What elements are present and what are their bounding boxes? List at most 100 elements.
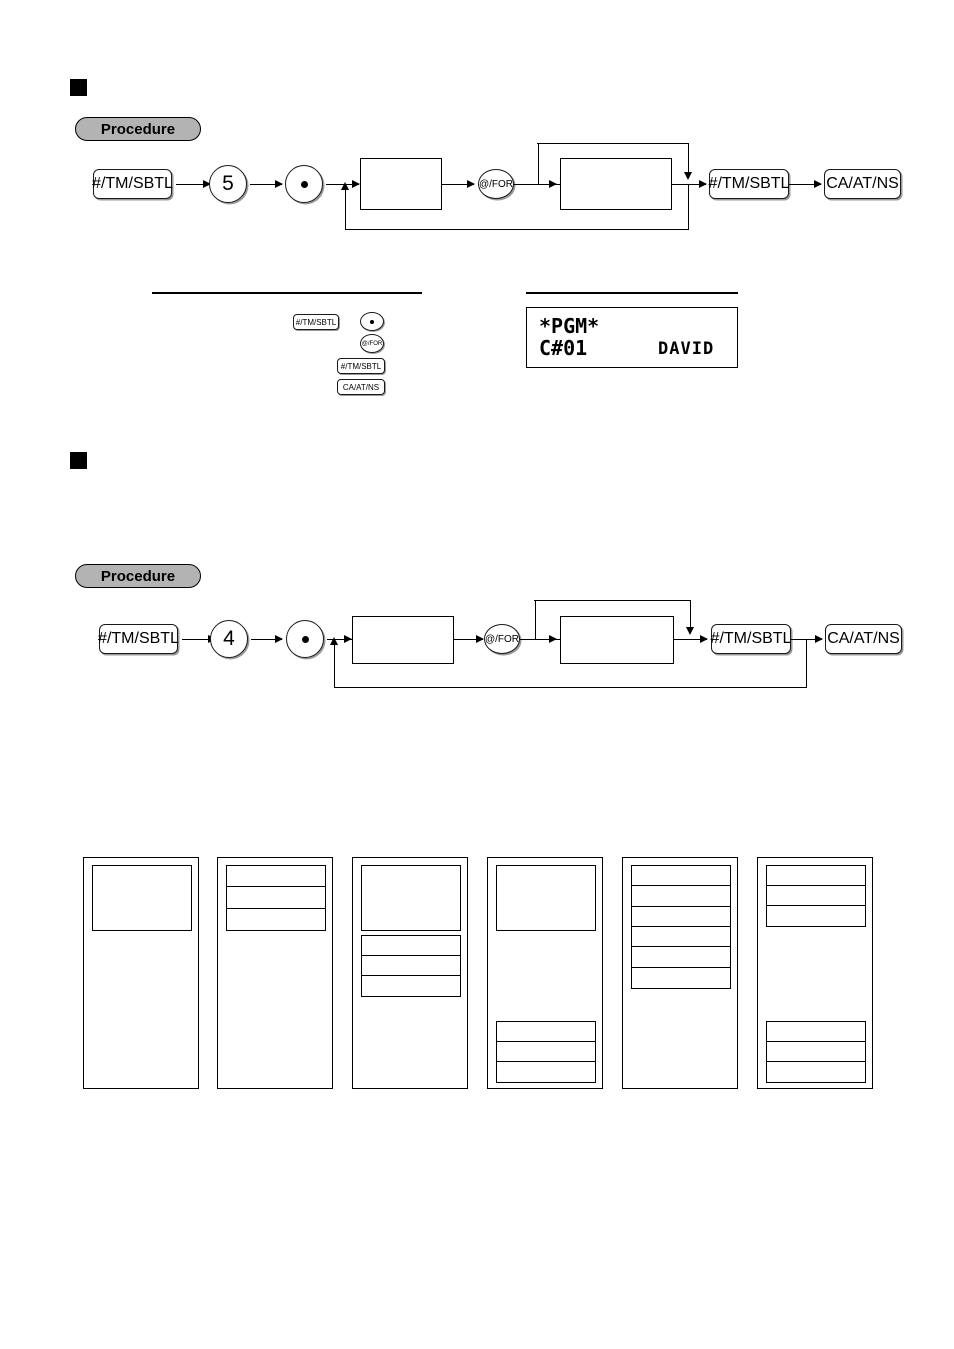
form-column-4 (487, 857, 603, 1089)
form-row (632, 926, 730, 948)
form-column-2 (217, 857, 333, 1089)
flow1-loopback-bottom (345, 229, 689, 230)
flow2-bypass-drop (690, 600, 691, 630)
document-page: Procedure #/TM/SBTL 5 @/FOR #/TM/SBTL CA… (0, 0, 954, 1349)
lcd-line-clerk-name: DAVID (658, 339, 715, 359)
flow2-bypass-top (534, 600, 691, 601)
flow2-entry-box-a[interactable] (352, 616, 454, 664)
form-row (227, 908, 325, 930)
flow1-entry-box-b[interactable] (560, 158, 672, 210)
flow1-bypass-top (537, 143, 689, 144)
lcd-display: *PGM* C#01 DAVID (526, 307, 738, 368)
form-column-3-mid-group (361, 935, 461, 997)
legend-key-tmsbtl-2: #/TM/SBTL (337, 358, 385, 374)
form-column-1 (83, 857, 199, 1089)
flow2-bypass-arrow-down (685, 627, 694, 635)
form-column-4-bottom-group (496, 1021, 596, 1083)
form-row (497, 1061, 595, 1082)
flow1-arrow-5 (549, 179, 557, 188)
flow2-key-tmsbtl-start[interactable]: #/TM/SBTL (98, 624, 179, 654)
flow2-circle-for[interactable]: @/FOR (484, 624, 520, 654)
form-column-5-top-group (631, 865, 731, 989)
flow2-arrow-2 (275, 634, 283, 643)
flow2-arrow-4 (476, 634, 484, 643)
flow1-loop-arrow-up (340, 182, 349, 190)
legend-rule-left (152, 292, 422, 294)
flow2-arrow-6 (700, 634, 708, 643)
form-row (632, 866, 730, 887)
form-row (362, 866, 460, 930)
flow1-arrow-3 (352, 179, 360, 188)
form-row (497, 1022, 595, 1042)
legend-key-caatns: CA/AT/NS (337, 379, 385, 395)
form-row (632, 906, 730, 927)
flow2-circle-dot[interactable] (286, 620, 324, 658)
flow1-loop-riser (345, 189, 346, 229)
form-row (497, 1041, 595, 1062)
form-row (362, 975, 460, 996)
legend-rule-right (526, 292, 738, 294)
flow1-key-caatns[interactable]: CA/AT/NS (824, 169, 901, 199)
flow2-loop-arrow-up (329, 637, 338, 645)
dot-icon (300, 180, 308, 188)
flow1-arrow-6 (699, 179, 707, 188)
form-row (93, 866, 191, 930)
dot-icon (301, 635, 309, 643)
form-column-6-top-group (766, 865, 866, 927)
flow1-bypass-arrow-down (683, 172, 692, 180)
flow1-loopback-drop (688, 184, 689, 229)
form-row (362, 936, 460, 956)
legend-key-tmsbtl-1: #/TM/SBTL (293, 314, 339, 330)
form-row (767, 1061, 865, 1082)
flow1-arrow-2 (275, 179, 283, 188)
section-bullet-2 (70, 452, 87, 469)
form-row (632, 886, 730, 907)
form-row (227, 866, 325, 888)
form-column-1-top-group (92, 865, 192, 931)
lcd-line-pgm: *PGM* (539, 314, 600, 338)
form-row (767, 885, 865, 906)
form-column-6-bottom-group (766, 1021, 866, 1083)
form-row (632, 947, 730, 968)
flow2-entry-box-b[interactable] (560, 616, 674, 664)
legend-key-dot (360, 312, 384, 331)
flow2-bypass-riser (535, 600, 536, 640)
flow2-key-tmsbtl-end[interactable]: #/TM/SBTL (711, 624, 791, 654)
flow1-entry-box-a[interactable] (360, 158, 442, 210)
form-column-2-top-group (226, 865, 326, 931)
flow1-circle-for[interactable]: @/FOR (478, 169, 514, 199)
form-row (632, 967, 730, 988)
section-bullet-1 (70, 79, 87, 96)
form-column-4-top-group (496, 865, 596, 931)
flow2-key-caatns[interactable]: CA/AT/NS (825, 624, 902, 654)
flow1-circle-dot[interactable] (285, 165, 323, 203)
flow1-key-tmsbtl-start[interactable]: #/TM/SBTL (92, 169, 173, 199)
flow2-loop-riser (334, 644, 335, 687)
dot-icon (370, 319, 374, 324)
form-row (497, 866, 595, 930)
form-row (362, 955, 460, 976)
procedure-badge-2: Procedure (75, 564, 201, 588)
flow1-circle-five[interactable]: 5 (209, 165, 247, 203)
flow2-loopback-drop (806, 639, 807, 687)
flow1-arrow-7 (814, 179, 822, 188)
flow2-arrow-7 (815, 634, 823, 643)
flow1-bypass-drop (688, 143, 689, 175)
form-column-3 (352, 857, 468, 1089)
flow2-loopback-bottom (334, 687, 807, 688)
form-row (227, 887, 325, 909)
flow2-circle-four[interactable]: 4 (210, 620, 248, 658)
flow1-arrow-4 (467, 179, 475, 188)
form-row (767, 866, 865, 886)
flow1-bypass-riser (538, 143, 539, 185)
form-column-6 (757, 857, 873, 1089)
lcd-line-clerk: C#01 (539, 336, 588, 360)
procedure-badge-1: Procedure (75, 117, 201, 141)
form-row (767, 1041, 865, 1062)
form-row (767, 905, 865, 926)
form-row (767, 1022, 865, 1042)
flow1-key-tmsbtl-end[interactable]: #/TM/SBTL (709, 169, 789, 199)
form-column-5 (622, 857, 738, 1089)
flow2-arrow-3 (344, 634, 352, 643)
legend-key-for: @/FOR (360, 334, 384, 353)
